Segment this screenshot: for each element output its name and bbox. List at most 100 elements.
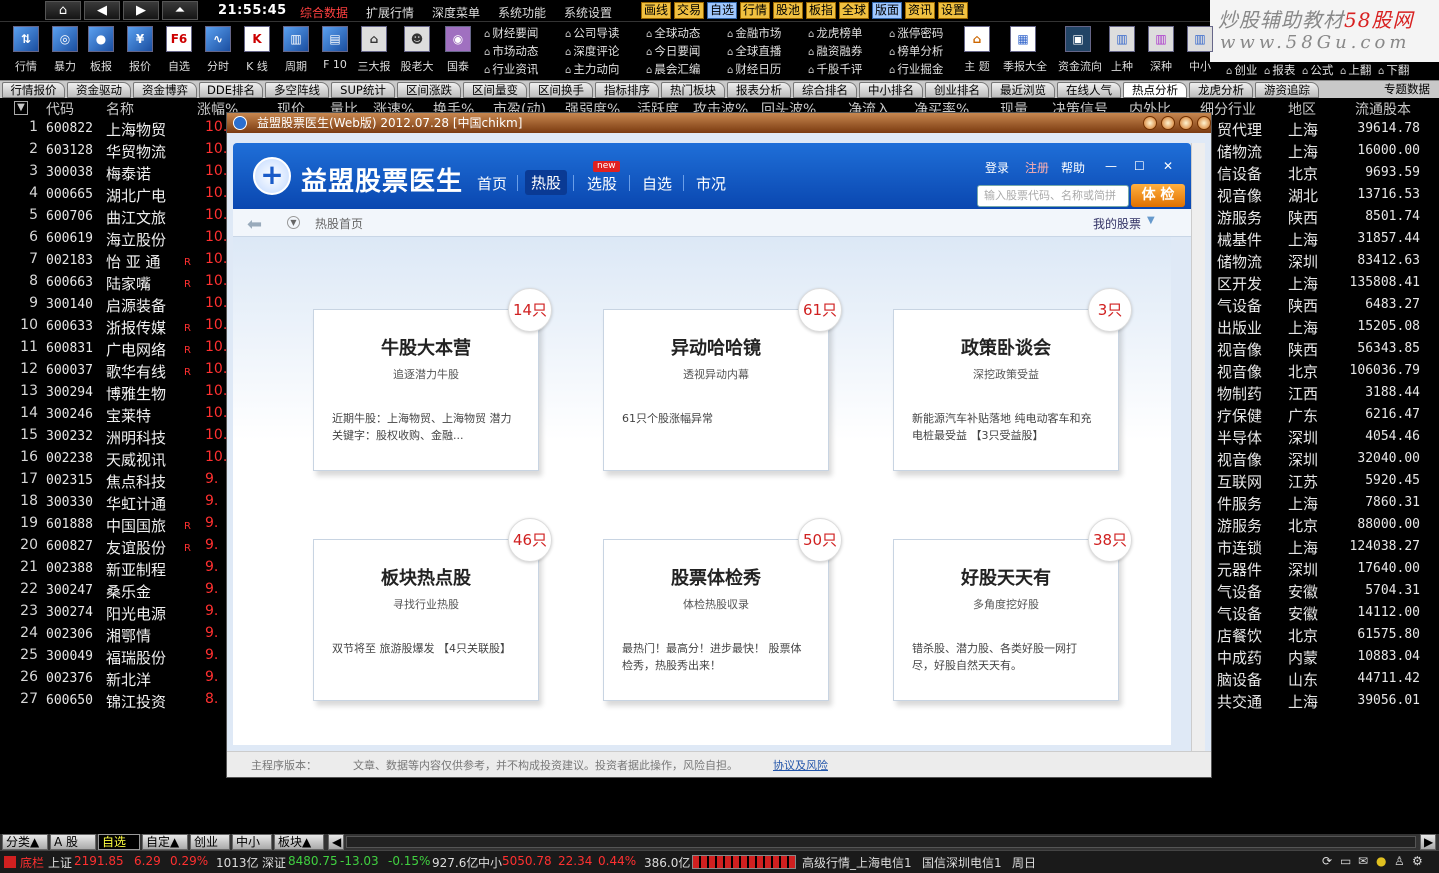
tab-range-turnover[interactable]: 区间换手 — [529, 82, 593, 98]
check-up-button[interactable]: 体 检 — [1131, 184, 1185, 207]
tab-quotes[interactable]: 行情报价 — [2, 82, 65, 98]
nav-watchlist[interactable]: 自选 — [642, 173, 672, 194]
btab-sme[interactable]: 中小 — [232, 834, 272, 850]
toolbar-stock-boss[interactable]: ☻ 股老大 — [397, 24, 437, 78]
card-stock-checkup[interactable]: 50只 股票体检秀 体检热股収录 最热门！最高分！进步最快！ 股票体检秀，热股秀… — [603, 518, 842, 701]
tab-indicator-sort[interactable]: 指标排序 — [595, 82, 659, 98]
global-button[interactable]: 全球 — [839, 2, 870, 19]
link-morning-meeting[interactable]: 晨会汇编 — [646, 61, 700, 77]
breadcrumb-home[interactable]: 热股首页 — [315, 215, 363, 232]
login-link[interactable]: 登录 — [985, 159, 1009, 176]
menu-system-function[interactable]: 系统功能 — [498, 4, 546, 21]
menu-system-settings[interactable]: 系统设置 — [564, 4, 612, 21]
col-region[interactable]: 地区 — [1288, 99, 1316, 119]
menu-comprehensive-data[interactable]: 综合数据 — [300, 4, 348, 21]
toolbar-page-down[interactable]: 下翻 — [1378, 62, 1409, 78]
link-today-news[interactable]: 今日要闻 — [646, 43, 700, 59]
server-info-2[interactable]: 国信深圳电信1 — [922, 854, 1002, 871]
link-industry-news[interactable]: 行业资讯 — [484, 61, 538, 77]
layout-button[interactable]: 版面 — [872, 2, 903, 19]
card-policy-talk[interactable]: 3只 政策卧谈会 深挖政策受益 新能源汽车补贴落地 纯电动客车和充电桩最受益 【… — [893, 288, 1132, 471]
news-button[interactable]: 资讯 — [905, 2, 936, 19]
alert-icon[interactable] — [4, 856, 16, 868]
web-scrollbar[interactable] — [1191, 143, 1205, 769]
tab-sme-rank[interactable]: 中小排名 — [859, 82, 923, 98]
link-industry-gold[interactable]: 行业掘金 — [889, 61, 943, 77]
toolbar-theme[interactable]: ⌂ 主 题 — [957, 24, 997, 78]
toolbar-formula[interactable]: 公式 — [1302, 62, 1333, 78]
card-anomaly-mirror[interactable]: 61只 异动哈哈镜 透视异动内幕 61只个股涨幅异常 — [603, 288, 842, 471]
minimize-icon[interactable] — [1143, 116, 1157, 130]
settings-icon[interactable]: ⚙ — [1412, 854, 1423, 868]
register-link[interactable]: 注册 — [1025, 159, 1049, 176]
settings-button[interactable]: 设置 — [938, 2, 969, 19]
link-main-force[interactable]: 主力动向 — [565, 61, 619, 77]
nav-hot-stocks[interactable]: 热股 — [525, 170, 568, 195]
back-icon[interactable]: ◀ — [84, 1, 120, 20]
dropdown-icon[interactable]: ▼ — [287, 216, 300, 229]
toolbar-sh[interactable]: ▥ 上种 — [1102, 24, 1142, 78]
nav-stock-picking[interactable]: 选股 — [587, 173, 617, 194]
horizontal-scrollbar[interactable] — [346, 836, 1416, 848]
toolbar-price[interactable]: ¥ 报价 — [120, 24, 160, 78]
toolbar-watchlist[interactable]: F6 自选 — [159, 24, 199, 78]
web-close-icon[interactable]: ✕ — [1163, 159, 1173, 173]
server-info-1[interactable]: 高级行情_上海电信1 — [802, 854, 912, 871]
tab-popularity[interactable]: 在线人气 — [1057, 82, 1121, 98]
help-link[interactable]: 帮助 — [1061, 159, 1085, 176]
trade-button[interactable]: 交易 — [674, 2, 705, 19]
restore-icon[interactable] — [1179, 116, 1193, 130]
btab-chinext[interactable]: 创业 — [190, 834, 230, 850]
user-icon[interactable]: ♙ — [1394, 854, 1405, 868]
web-minimize-icon[interactable]: — — [1105, 159, 1117, 173]
tab-overall-rank[interactable]: 综合排名 — [793, 82, 857, 98]
tab-hot-money[interactable]: 游资追踪 — [1255, 82, 1319, 98]
tab-chinext-rank[interactable]: 创业排名 — [925, 82, 989, 98]
link-margin[interactable]: 融资融券 — [808, 43, 862, 59]
window-titlebar[interactable]: 益盟股票医生(Web版) 2012.07.28 [中国chikm] — [227, 113, 1211, 133]
card-sector-hot[interactable]: 46只 板块热点股 寻找行业热股 双节将至 旅游股爆发 【4只关联股】 — [313, 518, 552, 701]
stock-pool-button[interactable]: 股池 — [773, 2, 804, 19]
toolbar-f10[interactable]: ▤ F 10 — [315, 24, 355, 78]
refresh-icon[interactable]: ⟳ — [1322, 854, 1332, 868]
tab-dragon-analysis[interactable]: 龙虎分析 — [1189, 82, 1253, 98]
toolbar-kline[interactable]: KK 线 — [237, 24, 277, 78]
card-good-stocks-daily[interactable]: 38只 好股天天有 多角度挖好股 错杀股、潜力股、各类好股一网打尽，好股自然天天… — [893, 518, 1132, 701]
scroll-right-icon[interactable]: ▶ — [1420, 834, 1436, 850]
toolbar-intraday[interactable]: ∿ 分时 — [198, 24, 238, 78]
link-company-guide[interactable]: 公司导读 — [565, 25, 619, 41]
tab-long-short[interactable]: 多空阵线 — [265, 82, 329, 98]
tab-range-volume[interactable]: 区间量变 — [463, 82, 527, 98]
link-depth-review[interactable]: 深度评论 — [565, 43, 619, 59]
maximize-icon[interactable] — [1161, 116, 1175, 130]
tab-sup[interactable]: SUP统计 — [331, 82, 395, 98]
toolbar-violence[interactable]: ◎ 暴力 — [45, 24, 85, 78]
link-list-analysis[interactable]: 榜单分析 — [889, 43, 943, 59]
forward-icon[interactable]: ▶ — [123, 1, 159, 20]
stock-search-input[interactable]: 输入股票代码、名称或简拼 — [977, 185, 1129, 207]
toolbar-guotai[interactable]: ◉ 国泰 — [438, 24, 478, 78]
link-global-dynamics[interactable]: 全球动态 — [646, 25, 700, 41]
toolbar-page-up[interactable]: 上翻 — [1340, 62, 1371, 78]
watchlist-button[interactable]: 自选 — [707, 2, 738, 19]
link-financial-news[interactable]: 财经要闻 — [484, 25, 538, 41]
link-stock-review[interactable]: 千股千评 — [808, 61, 862, 77]
col-name[interactable]: 名称 — [106, 99, 134, 119]
toolbar-period[interactable]: ▥ 周期 — [276, 24, 316, 78]
nav-market[interactable]: 市况 — [696, 173, 726, 194]
toolbar-sme[interactable]: ▥ 中小 — [1180, 24, 1220, 78]
tab-dde[interactable]: DDE排名 — [199, 82, 263, 98]
toolbar-quarterly[interactable]: ▦ 季报大全 — [1003, 24, 1047, 78]
btab-category[interactable]: 分类▲ — [2, 834, 48, 850]
card-bull-camp[interactable]: 14只 牛股大本营 追逐潜力牛股 近期牛股：上海物贸、上海物贸 潜力关键字：股权… — [313, 288, 552, 471]
btab-custom[interactable]: 自定▲ — [142, 834, 188, 850]
toolbar-chinext[interactable]: 创业 — [1226, 62, 1257, 78]
draw-button[interactable]: 画线 — [641, 2, 672, 19]
web-maximize-icon[interactable]: ☐ — [1134, 159, 1145, 173]
btab-a-shares[interactable]: A 股 — [50, 834, 96, 850]
my-stocks-link[interactable]: 我的股票 — [1093, 215, 1141, 232]
toolbar-sz[interactable]: ▥ 深种 — [1141, 24, 1181, 78]
bulb-icon[interactable]: ● — [1376, 854, 1386, 868]
link-dragon-tiger[interactable]: 龙虎榜单 — [808, 25, 862, 41]
link-market-dynamics[interactable]: 市场动态 — [484, 43, 538, 59]
